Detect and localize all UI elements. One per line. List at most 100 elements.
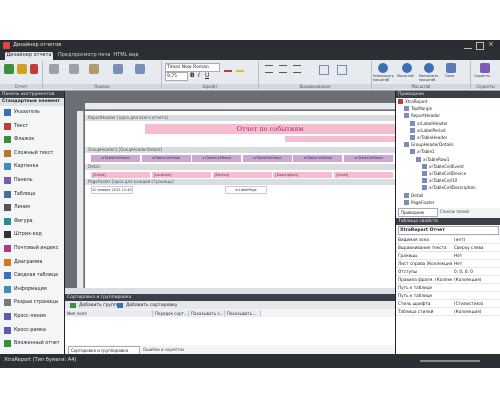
tab-sorting-grouping[interactable]: Сортировка и группировка: [68, 346, 140, 354]
table-header-cell[interactable]: xrTableCellHead: [91, 155, 141, 162]
tree-item[interactable]: xrTableCellDescription: [396, 184, 500, 191]
tree-item[interactable]: xrLabelHeader: [396, 120, 500, 127]
property-row[interactable]: Лист справа (Коллекция) Нет: [396, 260, 500, 268]
align-center-icon[interactable]: [279, 65, 287, 73]
tree-item[interactable]: ReportHeader: [396, 112, 500, 119]
tree-item[interactable]: Detail: [396, 192, 500, 199]
design-surface[interactable]: ReportHeader [одна для всего отчета] Отч…: [65, 91, 395, 294]
tree-item[interactable]: xrTableHeader: [396, 134, 500, 141]
table-header-cell[interactable]: xrTableCellHead: [293, 155, 344, 162]
tab-script-errors[interactable]: Ошибки в скриптах: [141, 346, 203, 353]
underline-button[interactable]: U: [205, 72, 209, 79]
align-left-icon[interactable]: [265, 65, 273, 73]
open-report-icon[interactable]: [17, 64, 27, 74]
save-report-icon[interactable]: [30, 64, 38, 74]
add-sort-button[interactable]: Добавить сортировку: [126, 302, 177, 309]
property-value[interactable]: Сверху слева: [454, 244, 500, 251]
toolbox-item[interactable]: Почтовый индекс: [0, 243, 64, 254]
tab-print-preview[interactable]: Предпросмотр печати: [58, 52, 110, 60]
layout-icon[interactable]: [337, 65, 347, 75]
toolbox-item[interactable]: Указатель: [0, 107, 64, 118]
band-detail[interactable]: Detail: [85, 164, 395, 170]
footer-date-label[interactable]: 20 января 2013 12:40: [91, 186, 133, 194]
grouping-column-header[interactable]: Порядок сорт...: [153, 310, 189, 317]
property-value[interactable]: 0; 0; 0; 0: [454, 268, 500, 275]
property-value[interactable]: (Коллекция): [454, 308, 500, 315]
tab-field-list[interactable]: Список полей: [438, 208, 476, 215]
property-row[interactable]: Путь к таблице: [396, 292, 500, 300]
tree-item[interactable]: TopMargin: [396, 105, 500, 112]
tab-explorer[interactable]: Приводник: [398, 208, 438, 217]
minimize-button[interactable]: [464, 43, 472, 49]
property-row[interactable]: Правила фрагм. (Коллекция)(Коллекция): [396, 276, 500, 284]
grouping-column-header[interactable]: Показывать...: [225, 310, 261, 317]
zoom-out-icon[interactable]: [378, 63, 388, 73]
tree-item[interactable]: xrTableCell10: [396, 177, 500, 184]
band-group-header[interactable]: GroupHeader1 [GroupHeaderDetails]: [85, 147, 395, 153]
property-value[interactable]: Нет: [454, 260, 500, 267]
table-header-cell[interactable]: xrTableCellHead: [192, 155, 243, 162]
new-report-icon[interactable]: [4, 64, 14, 74]
property-value[interactable]: Нет: [454, 252, 500, 259]
toolbox-item[interactable]: Панель: [0, 175, 64, 186]
toolbox-item[interactable]: Штрих-код: [0, 229, 64, 240]
table-header-cell[interactable]: xrTableCellHead: [141, 155, 192, 162]
tree-item[interactable]: PageFooter: [396, 199, 500, 206]
footer-page-label[interactable]: xrLabelPage: [225, 186, 267, 194]
toolbox-item[interactable]: Сводная таблица: [0, 270, 64, 281]
tree-item[interactable]: xrLabelPeriod: [396, 127, 500, 134]
property-row[interactable]: Отступы 0; 0; 0; 0: [396, 268, 500, 276]
tab-html-view[interactable]: HTML вид: [113, 52, 139, 60]
close-button[interactable]: ×: [488, 41, 494, 48]
table-detail-cell[interactable]: [Description]: [273, 172, 334, 178]
property-value[interactable]: (Коллекция): [454, 276, 500, 283]
table-detail-cell[interactable]: [Level]: [334, 172, 395, 178]
tree-item[interactable]: XtraReport: [396, 98, 500, 105]
table-header-cell[interactable]: xrTableCellHead: [242, 155, 293, 162]
property-row[interactable]: Границы Нет: [396, 252, 500, 260]
tree-item[interactable]: xrTable1: [396, 148, 500, 155]
grouping-column-header[interactable]: Показывать з...: [189, 310, 225, 317]
toolbox-item[interactable]: Фигура: [0, 216, 64, 227]
table-detail-cell[interactable]: [Event]: [91, 172, 151, 178]
font-size-select[interactable]: 9,75: [165, 72, 188, 81]
tree-item[interactable]: xrTableRow1: [396, 156, 500, 163]
zoom-in-icon[interactable]: [424, 63, 434, 73]
grouping-list[interactable]: [65, 317, 395, 345]
cut-icon[interactable]: [49, 64, 59, 74]
report-period-label[interactable]: [285, 136, 395, 142]
report-title-label[interactable]: Отчет по событиям: [145, 124, 395, 134]
maximize-button[interactable]: [476, 42, 484, 50]
toolbox-item[interactable]: Вложенный отчет: [0, 338, 64, 349]
italic-button[interactable]: I: [198, 72, 200, 79]
align-right-icon[interactable]: [293, 65, 301, 73]
band-page-footer[interactable]: PageFooter [одна для каждой страницы]: [85, 179, 395, 185]
undo-icon[interactable]: [113, 64, 123, 74]
toolbox-item[interactable]: Диаграмма: [0, 257, 64, 268]
properties-object-select[interactable]: XtraReport Отчет: [398, 226, 499, 235]
toolbox-item[interactable]: Кросс-рамка: [0, 325, 64, 336]
font-color-icon[interactable]: [224, 64, 232, 72]
toolbox-item[interactable]: Линия: [0, 202, 64, 213]
zoom-icon[interactable]: [402, 63, 412, 73]
property-row[interactable]: Видимая зона (нет): [396, 236, 500, 244]
tree-item[interactable]: xrTableCellEvent: [396, 163, 500, 170]
toolbox-section[interactable]: Стандартные элемент: [0, 98, 64, 106]
tree-item[interactable]: GroupHeaderDetails: [396, 141, 500, 148]
font-family-select[interactable]: Times New Roman: [165, 63, 220, 72]
add-group-icon[interactable]: [70, 303, 76, 308]
toolbox-item[interactable]: Разрыв страницы: [0, 297, 64, 308]
property-value[interactable]: (нет): [454, 236, 500, 243]
toolbox-item[interactable]: Сложный текст: [0, 148, 64, 159]
copy-icon[interactable]: [69, 64, 79, 74]
tree-item[interactable]: xrTableCellDevice: [396, 170, 500, 177]
scripts-icon[interactable]: [480, 63, 490, 73]
table-header-cell[interactable]: xrTableCellHead: [344, 155, 394, 162]
toolbox-item[interactable]: Текст: [0, 121, 64, 132]
bold-button[interactable]: B: [190, 72, 195, 79]
redo-icon[interactable]: [135, 64, 145, 74]
table-detail-cell[interactable]: [Location]: [151, 172, 212, 178]
grouping-column-header[interactable]: Имя поля: [65, 310, 153, 317]
table-detail-cell[interactable]: [Device]: [212, 172, 273, 178]
toolbox-item[interactable]: Кросс-линия: [0, 311, 64, 322]
